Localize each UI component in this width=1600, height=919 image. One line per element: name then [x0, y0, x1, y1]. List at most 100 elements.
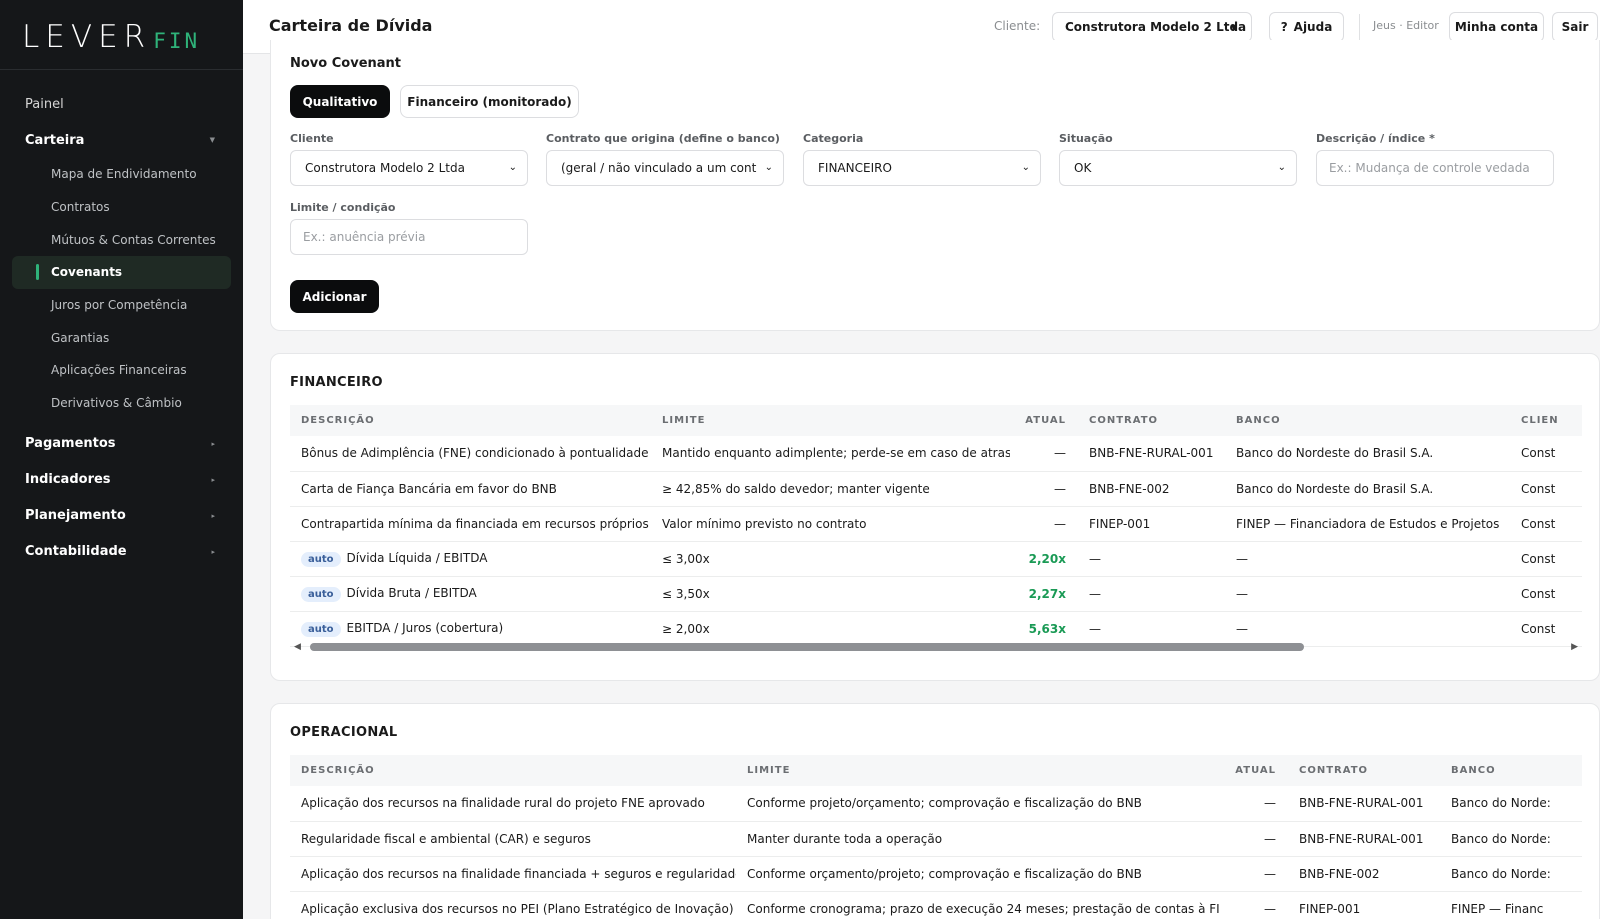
horizontal-scrollbar[interactable]: ◀ ▶: [290, 640, 1582, 654]
cell-descricao: Carta de Fiança Bancária em favor do BNB: [290, 471, 651, 507]
table-row[interactable]: Aplicação dos recursos na finalidade fin…: [290, 856, 1582, 892]
cell-banco: FINEP — Financ: [1440, 891, 1582, 919]
table-row[interactable]: auto Dívida Bruta / EBITDA ≤ 3,50x 2,27x …: [290, 576, 1582, 612]
cell-contrato: BNB-FNE-RURAL-001: [1288, 821, 1440, 857]
cell-banco: Banco do Norde:: [1440, 856, 1582, 892]
sidebar-item-indicadores[interactable]: Indicadores ▸: [0, 462, 243, 498]
sidebar-subitem-garantias[interactable]: Garantias: [0, 321, 243, 354]
table-row[interactable]: auto Dívida Líquida / EBITDA ≤ 3,00x 2,20…: [290, 541, 1582, 577]
cell-limite: Conforme orçamento/projeto; comprovação …: [736, 856, 1220, 892]
categoria-select[interactable]: FINANCEIRO ⌄: [803, 150, 1041, 186]
cell-limite: Valor mínimo previsto no contrato: [651, 506, 1010, 542]
column-header-banco[interactable]: BANCO: [1225, 405, 1510, 436]
auto-badge: auto: [301, 621, 341, 637]
logout-button[interactable]: Sair: [1552, 12, 1598, 42]
leverfin-logo[interactable]: LEVER FIN: [22, 22, 200, 53]
categoria-select-value: FINANCEIRO: [818, 161, 892, 175]
table-row[interactable]: Regularidade fiscal e ambiental (CAR) e …: [290, 821, 1582, 857]
column-header-limite[interactable]: LIMITE: [736, 755, 1220, 786]
chevron-down-icon: ⌄: [1277, 162, 1286, 173]
sidebar-subitem-label: Mútuos & Contas Correntes: [51, 232, 216, 247]
column-header-descricao[interactable]: DESCRIÇÃO: [290, 755, 736, 786]
table-row[interactable]: Carta de Fiança Bancária em favor do BNB…: [290, 471, 1582, 507]
sidebar-subitem-derivativos[interactable]: Derivativos & Câmbio: [0, 387, 243, 420]
question-icon: ?: [1280, 20, 1288, 34]
tab-qualitativo[interactable]: Qualitativo: [290, 85, 390, 118]
sidebar-subitem-label: Derivativos & Câmbio: [51, 396, 182, 411]
sidebar-item-contabilidade[interactable]: Contabilidade ▸: [0, 534, 243, 570]
cell-atual: —: [1220, 856, 1288, 892]
tab-financeiro-monitorado[interactable]: Financeiro (monitorado): [400, 85, 579, 118]
sidebar-item-label: Pagamentos: [25, 436, 116, 451]
sidebar-subitem-mutuos[interactable]: Mútuos & Contas Correntes: [0, 223, 243, 256]
add-covenant-button[interactable]: Adicionar: [290, 280, 379, 313]
chevron-down-icon: ▼: [209, 136, 215, 144]
sidebar-item-pagamentos[interactable]: Pagamentos ▸: [0, 426, 243, 462]
my-account-button[interactable]: Minha conta: [1449, 12, 1544, 42]
table-row[interactable]: Contrapartida mínima da financiada em re…: [290, 506, 1582, 542]
sidebar-subitem-juros[interactable]: Juros por Competência: [0, 289, 243, 322]
auto-badge: auto: [301, 551, 341, 567]
cell-limite: Conforme cronograma; prazo de execução 2…: [736, 891, 1220, 919]
column-header-contrato[interactable]: CONTRATO: [1288, 755, 1440, 786]
descricao-input[interactable]: Ex.: Mudança de controle vedada: [1316, 150, 1554, 186]
cell-descricao-text: EBITDA / Juros (cobertura): [346, 620, 504, 635]
sidebar-item-painel[interactable]: Painel: [0, 86, 243, 122]
page-title: Carteira de Dívida: [269, 16, 433, 35]
cell-atual: —: [1010, 471, 1078, 507]
help-button-label: Ajuda: [1293, 20, 1333, 34]
cell-banco: Banco do Nordeste do Brasil S.A.: [1225, 436, 1510, 472]
sidebar-item-label: Carteira: [25, 132, 85, 148]
sidebar-item-label: Painel: [25, 96, 64, 112]
contrato-select[interactable]: (geral / não vinculado a um cont ⌄: [546, 150, 784, 186]
scrollbar-thumb[interactable]: [310, 643, 1304, 651]
cell-cliente: Const: [1510, 436, 1582, 472]
cell-limite: Conforme projeto/orçamento; comprovação …: [736, 786, 1220, 822]
sidebar-subitem-label: Aplicações Financeiras: [51, 363, 187, 378]
cell-limite: Manter durante toda a operação: [736, 821, 1220, 857]
client-select[interactable]: Construtora Modelo 2 Ltda ▼: [1052, 12, 1252, 42]
cell-banco: —: [1225, 541, 1510, 577]
cliente-select-value: Construtora Modelo 2 Ltda: [305, 161, 465, 175]
cell-banco: Banco do Norde:: [1440, 786, 1582, 822]
column-header-atual[interactable]: ATUAL: [1010, 405, 1078, 436]
column-header-banco[interactable]: BANCO: [1440, 755, 1582, 786]
table-row[interactable]: Aplicação dos recursos na finalidade rur…: [290, 786, 1582, 822]
descricao-field-label: Descrição / índice *: [1316, 132, 1435, 145]
limite-input[interactable]: Ex.: anuência prévia: [290, 219, 528, 255]
cell-limite: Mantido enquanto adimplente; perde-se em…: [651, 436, 1010, 472]
column-header-atual[interactable]: ATUAL: [1220, 755, 1288, 786]
column-header-cliente[interactable]: CLIEN: [1510, 405, 1582, 436]
cell-contrato: BNB-FNE-RURAL-001: [1078, 436, 1225, 472]
sidebar-item-carteira[interactable]: Carteira ▼: [0, 122, 243, 158]
contrato-select-value: (geral / não vinculado a um cont: [561, 161, 757, 175]
cell-descricao: auto Dívida Bruta / EBITDA: [290, 576, 651, 612]
operacional-table-wrap[interactable]: DESCRIÇÃO LIMITE ATUAL CONTRATO BANCO Ap…: [290, 755, 1582, 919]
column-header-descricao[interactable]: DESCRIÇÃO: [290, 405, 651, 436]
triangle-left-icon[interactable]: ◀: [294, 642, 301, 652]
sidebar-item-label: Indicadores: [25, 472, 111, 487]
sidebar-subitem-mapa-endividamento[interactable]: Mapa de Endividamento: [0, 158, 243, 191]
client-select-value: Construtora Modelo 2 Ltda: [1065, 20, 1247, 34]
situacao-field-label: Situação: [1059, 132, 1113, 145]
table-row[interactable]: Bônus de Adimplência (FNE) condicionado …: [290, 436, 1582, 472]
situacao-select[interactable]: OK ⌄: [1059, 150, 1297, 186]
sidebar-subitem-aplicacoes[interactable]: Aplicações Financeiras: [0, 354, 243, 387]
table-row[interactable]: Aplicação exclusiva dos recursos no PEI …: [290, 891, 1582, 919]
cell-descricao: Regularidade fiscal e ambiental (CAR) e …: [290, 821, 736, 857]
financeiro-table-wrap[interactable]: DESCRIÇÃO LIMITE ATUAL CONTRATO BANCO CL…: [290, 405, 1582, 647]
help-button[interactable]: ? Ajuda: [1269, 12, 1344, 42]
user-role-label: Jeus · Editor: [1373, 19, 1439, 32]
column-header-limite[interactable]: LIMITE: [651, 405, 1010, 436]
cliente-select[interactable]: Construtora Modelo 2 Ltda ⌄: [290, 150, 528, 186]
cell-descricao: Aplicação dos recursos na finalidade fin…: [290, 856, 736, 892]
sidebar-item-planejamento[interactable]: Planejamento ▸: [0, 498, 243, 534]
sidebar-subitem-covenants[interactable]: Covenants: [12, 256, 231, 289]
chevron-down-icon: ⌄: [1021, 162, 1030, 173]
column-header-contrato[interactable]: CONTRATO: [1078, 405, 1225, 436]
sidebar-subitem-contratos[interactable]: Contratos: [0, 191, 243, 224]
sidebar-divider: [0, 69, 243, 70]
table-header-row: DESCRIÇÃO LIMITE ATUAL CONTRATO BANCO CL…: [290, 405, 1582, 436]
triangle-right-icon[interactable]: ▶: [1571, 642, 1578, 652]
cell-atual: 2,20x: [1010, 541, 1078, 577]
